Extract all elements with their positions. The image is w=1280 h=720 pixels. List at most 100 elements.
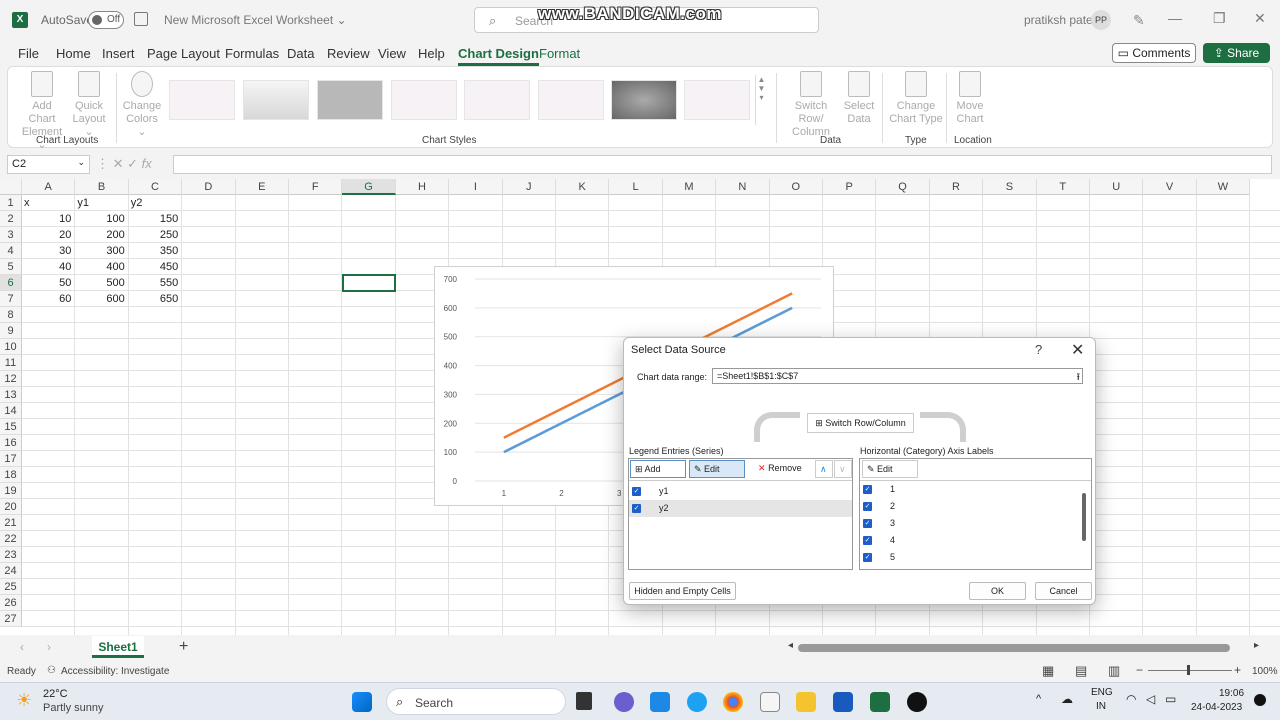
sheet-tab-sheet1[interactable]: Sheet1	[92, 636, 144, 658]
horizontal-scrollbar[interactable]	[798, 644, 1230, 652]
row-header-13[interactable]: 13	[0, 387, 22, 403]
cell[interactable]: 200	[77, 227, 128, 243]
cell[interactable]: 30	[24, 243, 75, 259]
select-data-button[interactable]: Select Data	[842, 71, 876, 126]
add-series-button[interactable]: ⊞ Add	[630, 460, 686, 478]
page-break-view-icon[interactable]: ▥	[1108, 663, 1120, 679]
row-header-19[interactable]: 19	[0, 483, 22, 499]
list-item[interactable]: ✓ 5	[860, 549, 1080, 566]
language-in[interactable]: IN	[1096, 701, 1106, 712]
name-box[interactable]: C2 ⌄	[7, 155, 90, 174]
word-icon[interactable]	[833, 692, 853, 712]
column-header-b[interactable]: B	[75, 179, 129, 195]
bandicam-icon[interactable]	[907, 692, 927, 712]
chart-style-4[interactable]	[391, 80, 457, 120]
row-header-25[interactable]: 25	[0, 579, 22, 595]
chart-data-range-input[interactable]: =Sheet1!$B$1:$C$7 ⭱	[712, 368, 1083, 384]
task-view-icon[interactable]	[576, 692, 592, 710]
list-item[interactable]: ✓ 1	[860, 481, 1080, 498]
list-scrollbar[interactable]	[1082, 493, 1086, 541]
row-header-17[interactable]: 17	[0, 451, 22, 467]
row-header-16[interactable]: 16	[0, 435, 22, 451]
wifi-icon[interactable]: ◠	[1126, 692, 1136, 706]
row-header-6[interactable]: 6	[0, 275, 22, 291]
row-header-18[interactable]: 18	[0, 467, 22, 483]
list-item[interactable]: ✓ 4	[860, 532, 1080, 549]
row-header-9[interactable]: 9	[0, 323, 22, 339]
cancel-button[interactable]: Cancel	[1035, 582, 1092, 600]
prev-sheet-icon[interactable]: ‹	[20, 640, 24, 654]
tab-data[interactable]: Data	[287, 46, 314, 61]
list-item[interactable]: ✓ 2	[860, 498, 1080, 515]
quick-layout-button[interactable]: Quick Layout ⌄	[68, 71, 110, 139]
zoom-in-icon[interactable]: +	[1234, 663, 1241, 677]
row-header-26[interactable]: 26	[0, 595, 22, 611]
tab-file[interactable]: File	[18, 46, 39, 61]
gallery-scroll[interactable]: ▲ ▼ ▾	[755, 75, 767, 125]
column-header-a[interactable]: A	[22, 179, 76, 195]
active-cell[interactable]	[342, 274, 396, 292]
column-header-c[interactable]: C	[128, 179, 183, 195]
cell[interactable]: 550	[131, 275, 182, 291]
help-icon[interactable]: ?	[1035, 342, 1042, 357]
file-explorer-icon[interactable]	[796, 692, 816, 712]
next-sheet-icon[interactable]: ›	[47, 640, 51, 654]
zoom-thumb[interactable]	[1187, 665, 1190, 675]
cell[interactable]: 100	[77, 211, 128, 227]
save-icon[interactable]	[134, 12, 148, 26]
cell[interactable]: 450	[131, 259, 182, 275]
excel-taskbar-icon[interactable]	[870, 692, 890, 712]
chart-style-1[interactable]	[169, 80, 235, 120]
add-sheet-icon[interactable]: +	[179, 638, 188, 656]
cell[interactable]: 400	[77, 259, 128, 275]
column-header-w[interactable]: W	[1196, 179, 1251, 195]
tab-format[interactable]: Format	[539, 46, 580, 61]
avatar[interactable]: PP	[1091, 10, 1111, 30]
hidden-empty-cells-button[interactable]: Hidden and Empty Cells	[629, 582, 736, 600]
scroll-left-icon[interactable]: ◂	[788, 640, 793, 651]
formula-input[interactable]	[173, 155, 1272, 174]
column-header-k[interactable]: K	[556, 179, 610, 195]
taskbar-search[interactable]: ⌕ Search	[386, 688, 566, 715]
chart-style-3[interactable]	[317, 80, 383, 120]
row-header-21[interactable]: 21	[0, 515, 22, 531]
column-header-u[interactable]: U	[1090, 179, 1144, 195]
weather-icon[interactable]: ☀	[16, 690, 32, 711]
switch-row-column-dialog-button[interactable]: ⊞ Switch Row/Column	[807, 413, 914, 433]
fx-icon[interactable]: fx	[142, 156, 152, 171]
cell[interactable]: 60	[24, 291, 75, 307]
onedrive-icon[interactable]: ☁	[1061, 692, 1073, 706]
row-header-20[interactable]: 20	[0, 499, 22, 515]
row-header-27[interactable]: 27	[0, 611, 22, 627]
tab-view[interactable]: View	[378, 46, 406, 61]
tray-expand-icon[interactable]: ^	[1036, 693, 1041, 705]
column-header-o[interactable]: O	[769, 179, 823, 195]
teams-chat-icon[interactable]	[614, 692, 634, 712]
ok-button[interactable]: OK	[969, 582, 1026, 600]
cell[interactable]: x	[24, 195, 75, 211]
row-header-14[interactable]: 14	[0, 403, 22, 419]
amazon-icon[interactable]	[760, 692, 780, 712]
close-window-icon[interactable]: ✕	[1254, 10, 1266, 27]
cell[interactable]: 500	[77, 275, 128, 291]
column-header-j[interactable]: J	[502, 179, 556, 195]
cell[interactable]: 300	[77, 243, 128, 259]
row-header-8[interactable]: 8	[0, 307, 22, 323]
column-header-d[interactable]: D	[182, 179, 236, 195]
restore-icon[interactable]: ❐	[1213, 10, 1226, 27]
chart-style-7[interactable]	[611, 80, 677, 120]
chrome-icon[interactable]	[723, 692, 743, 712]
checkbox-icon[interactable]: ✓	[632, 487, 641, 496]
column-header-g[interactable]: G	[342, 179, 396, 195]
notification-icon[interactable]	[1254, 694, 1266, 706]
checkbox-icon[interactable]: ✓	[863, 502, 872, 511]
row-header-5[interactable]: 5	[0, 259, 22, 275]
column-header-h[interactable]: H	[395, 179, 450, 195]
checkbox-icon[interactable]: ✓	[863, 536, 872, 545]
row-header-2[interactable]: 2	[0, 211, 22, 227]
edge-icon[interactable]	[687, 692, 707, 712]
row-header-11[interactable]: 11	[0, 355, 22, 371]
row-header-4[interactable]: 4	[0, 243, 22, 259]
cell[interactable]: y2	[131, 195, 182, 211]
remove-series-button[interactable]: ✕ Remove	[754, 460, 814, 478]
